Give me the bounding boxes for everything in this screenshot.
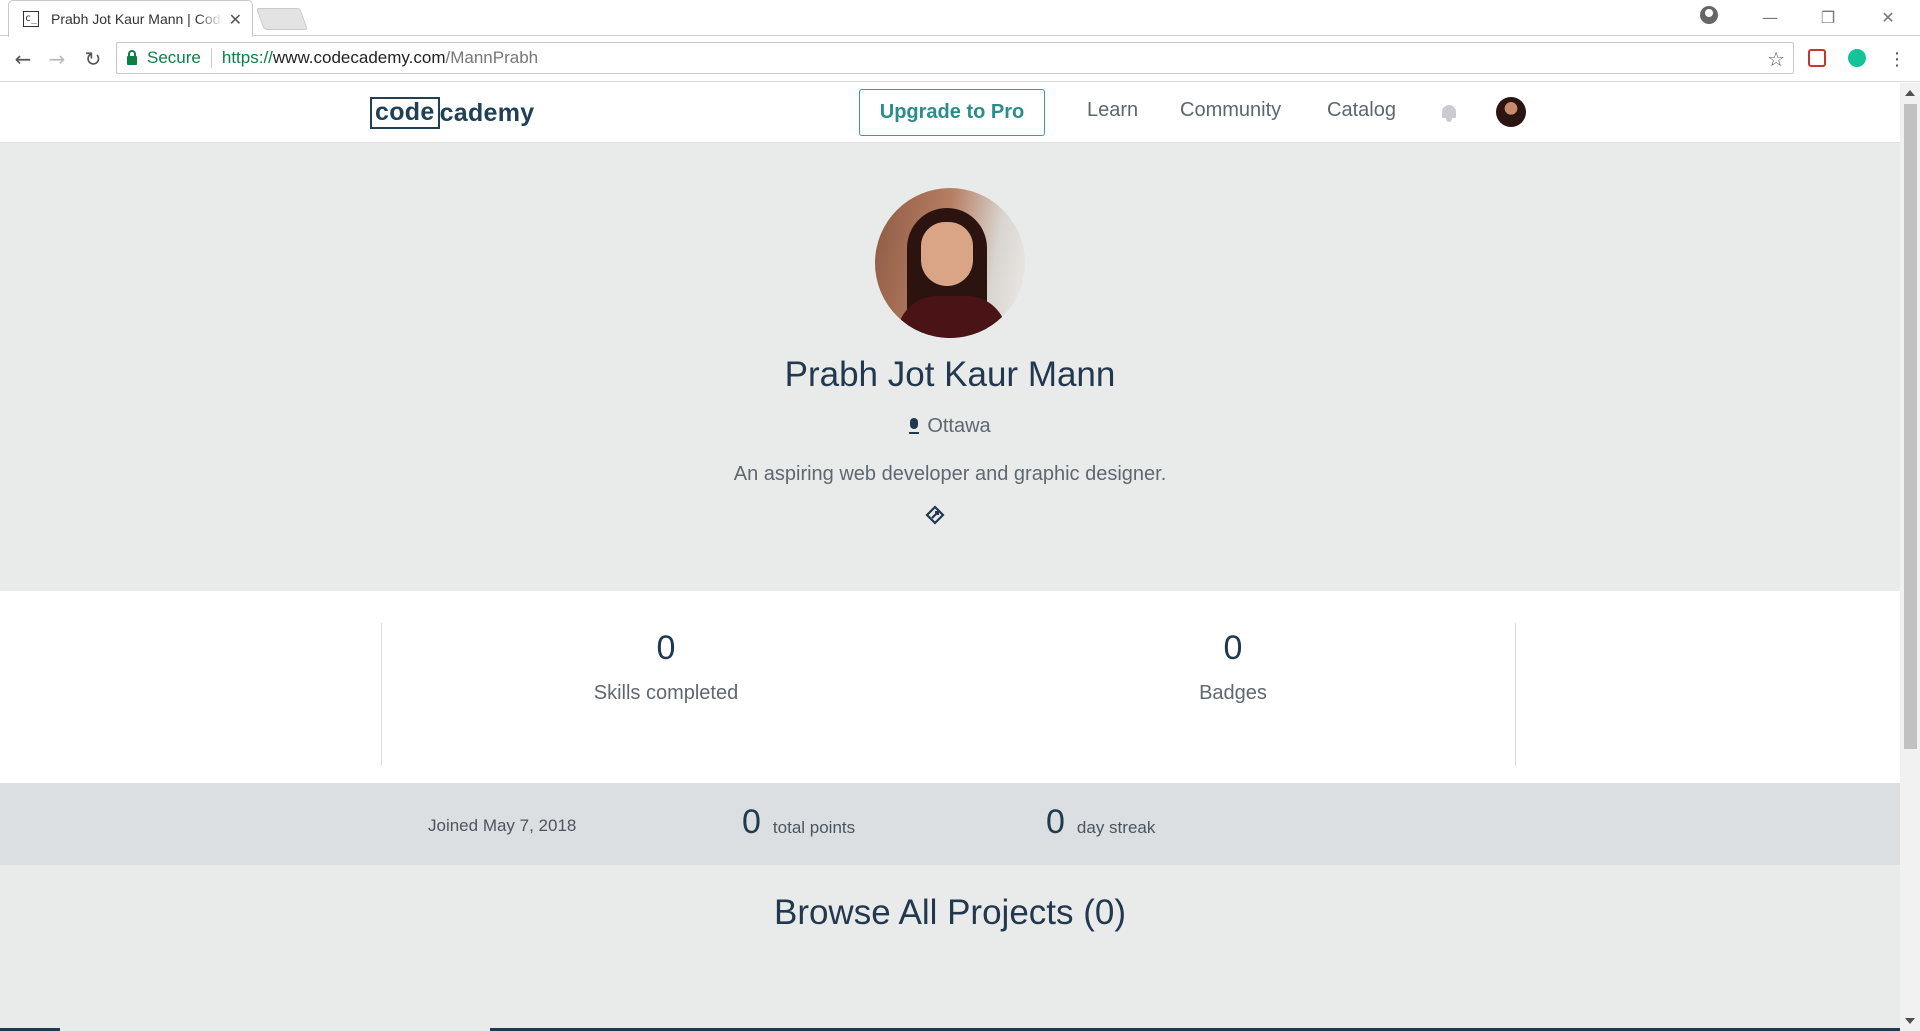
- skills-completed-label: Skills completed: [593, 682, 739, 704]
- pocket-extension-icon[interactable]: [1808, 49, 1826, 67]
- user-avatar-menu[interactable]: [1496, 97, 1526, 127]
- grammarly-extension-icon[interactable]: [1848, 49, 1866, 67]
- day-streak-count: 0: [1046, 803, 1065, 841]
- new-tab-button[interactable]: [255, 8, 309, 30]
- scroll-down-arrow-icon[interactable]: [1905, 1018, 1915, 1024]
- day-streak-label: day streak: [1076, 818, 1156, 837]
- total-points: 0 total points: [742, 803, 855, 842]
- tab-title: Prabh Jot Kaur Mann | Codecademy: [51, 11, 223, 27]
- codecademy-logo[interactable]: code cademy: [370, 97, 534, 129]
- nav-catalog[interactable]: Catalog: [1327, 99, 1396, 122]
- profile-name: Prabh Jot Kaur Mann: [784, 355, 1116, 394]
- location-text: Ottawa: [927, 415, 991, 437]
- reload-icon[interactable]: ↻: [80, 46, 106, 72]
- bookmark-star-icon[interactable]: ☆: [1767, 47, 1785, 72]
- back-arrow-icon[interactable]: ←: [10, 46, 36, 72]
- profile-hero: Prabh Jot Kaur Mann Ottawa An aspiring w…: [0, 143, 1900, 591]
- upgrade-to-pro-button[interactable]: Upgrade to Pro: [859, 89, 1045, 136]
- skills-completed-stat: 0 Skills completed: [516, 629, 816, 705]
- notification-bell-icon[interactable]: [1440, 103, 1458, 123]
- nav-learn[interactable]: Learn: [1087, 99, 1138, 122]
- profile-location: Ottawa: [0, 415, 1900, 438]
- url-path: /MannPrabh: [445, 48, 539, 67]
- nav-community[interactable]: Community: [1180, 99, 1281, 122]
- browser-menu-icon[interactable]: ⋮: [1884, 46, 1910, 72]
- profile-avatar: [875, 188, 1025, 338]
- location-pin-icon: [909, 417, 920, 436]
- codecademy-favicon-icon: c_: [23, 11, 39, 27]
- scrollbar-thumb[interactable]: [1904, 104, 1917, 749]
- profile-bio: An aspiring web developer and graphic de…: [733, 463, 1167, 485]
- url-host: www.codecademy.com: [272, 48, 446, 67]
- total-points-count: 0: [742, 803, 761, 841]
- restore-icon[interactable]: ❐: [1808, 4, 1848, 30]
- day-streak: 0 day streak: [1046, 803, 1155, 842]
- logo-code-box: code: [370, 97, 440, 129]
- minimize-icon[interactable]: —: [1750, 4, 1790, 30]
- logo-cademy: cademy: [439, 98, 535, 127]
- address-bar[interactable]: Secure https://www.codecademy.com/MannPr…: [116, 42, 1794, 74]
- browser-tabstrip: c_ Prabh Jot Kaur Mann | Codecademy ✕ — …: [0, 0, 1920, 37]
- browse-projects-title: Browse All Projects (0): [773, 893, 1127, 932]
- projects-section: Browse All Projects (0): [0, 865, 1900, 1031]
- secure-label: Secure: [147, 48, 201, 67]
- activity-summary-bar: Joined May 7, 2018 0 total points 0 day …: [0, 783, 1900, 865]
- site-header: code cademy Upgrade to Pro Learn Communit…: [0, 83, 1900, 143]
- tab-close-icon[interactable]: ✕: [229, 10, 242, 29]
- browser-profile-icon[interactable]: [1700, 6, 1718, 24]
- stats-section: 0 Skills completed 0 Badges: [0, 591, 1900, 783]
- omnibox-divider: [210, 48, 212, 68]
- browser-toolbar: ← → ↻ Secure https://www.codecademy.com /…: [0, 36, 1920, 82]
- url-scheme: https://: [221, 48, 273, 67]
- website-link-icon[interactable]: [925, 505, 945, 525]
- close-window-icon[interactable]: ✕: [1868, 4, 1908, 30]
- badges-label: Badges: [1199, 682, 1267, 704]
- joined-date: Joined May 7, 2018: [428, 816, 577, 835]
- badges-stat: 0 Badges: [1083, 629, 1383, 705]
- forward-arrow-icon[interactable]: →: [44, 46, 70, 72]
- badges-count: 0: [1223, 629, 1243, 667]
- total-points-label: total points: [772, 818, 856, 837]
- lock-icon: [127, 49, 137, 65]
- browser-tab-active[interactable]: c_ Prabh Jot Kaur Mann | Codecademy ✕: [8, 0, 253, 37]
- skills-completed-count: 0: [656, 629, 676, 667]
- scroll-up-arrow-icon[interactable]: [1905, 90, 1915, 96]
- page-scrollbar[interactable]: [1900, 83, 1920, 1031]
- page-viewport: code cademy Upgrade to Pro Learn Communit…: [0, 83, 1900, 1031]
